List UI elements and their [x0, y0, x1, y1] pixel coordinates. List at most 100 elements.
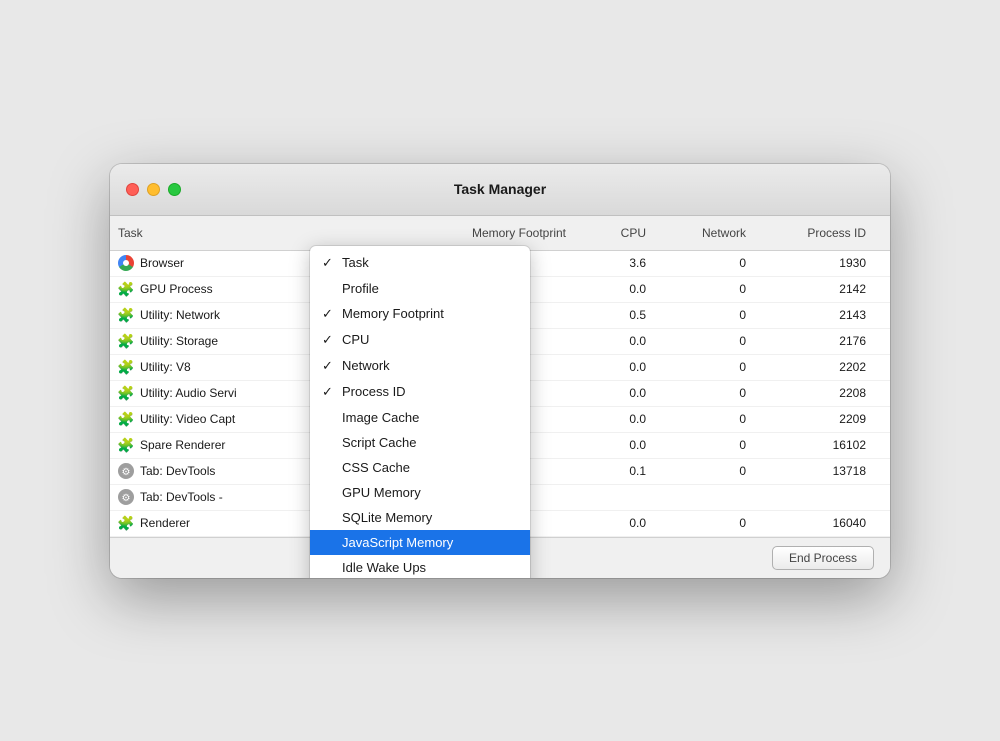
cpu-cell: 0.0	[574, 438, 654, 452]
cpu-cell: 0.5	[574, 308, 654, 322]
menu-item-label: Process ID	[342, 384, 514, 399]
task-name: Utility: Audio Servi	[140, 386, 237, 400]
puzzle-icon: 🧩	[118, 411, 134, 427]
header-memory: Memory Footprint	[414, 222, 574, 244]
check-icon: ✓	[322, 255, 342, 271]
cpu-cell: 0.0	[574, 334, 654, 348]
task-name: Utility: Network	[140, 308, 220, 322]
network-cell: 0	[654, 256, 754, 270]
network-cell: 0	[654, 282, 754, 296]
menu-item-javascript-memory[interactable]: JavaScript Memory	[310, 530, 530, 555]
menu-item-label: JavaScript Memory	[342, 535, 514, 550]
cpu-cell: 0.0	[574, 412, 654, 426]
menu-item-label: CSS Cache	[342, 460, 514, 475]
pid-cell: 2143	[754, 308, 874, 322]
column-dropdown-menu: ✓ Task Profile ✓ Memory Footprint ✓ CPU	[310, 246, 530, 578]
task-manager-window: Task Manager Task Memory Footprint CPU N…	[110, 164, 890, 578]
context-menu-overlay: ✓ Task Profile ✓ Memory Footprint ✓ CPU	[310, 246, 530, 578]
task-name: Tab: DevTools	[140, 464, 215, 478]
task-name: Tab: DevTools -	[140, 490, 223, 504]
menu-item-label: Idle Wake Ups	[342, 560, 514, 575]
header-task: Task	[110, 222, 414, 244]
puzzle-icon: 🧩	[118, 385, 134, 401]
menu-item-memory-footprint[interactable]: ✓ Memory Footprint	[310, 301, 530, 327]
menu-item-label: Network	[342, 358, 514, 373]
maximize-button[interactable]	[168, 183, 181, 196]
task-name: Utility: Storage	[140, 334, 218, 348]
traffic-lights	[126, 183, 181, 196]
svg-text:⚙: ⚙	[122, 493, 131, 504]
menu-item-css-cache[interactable]: CSS Cache	[310, 455, 530, 480]
menu-item-image-cache[interactable]: Image Cache	[310, 405, 530, 430]
network-cell: 0	[654, 386, 754, 400]
check-icon: ✓	[322, 332, 342, 348]
task-name: Spare Renderer	[140, 438, 225, 452]
menu-item-cpu[interactable]: ✓ CPU	[310, 327, 530, 353]
pid-cell: 2176	[754, 334, 874, 348]
end-process-button[interactable]: End Process	[772, 546, 874, 570]
pid-cell: 2202	[754, 360, 874, 374]
svg-text:⚙: ⚙	[122, 467, 131, 478]
menu-item-label: GPU Memory	[342, 485, 514, 500]
close-button[interactable]	[126, 183, 139, 196]
minimize-button[interactable]	[147, 183, 160, 196]
puzzle-icon: 🧩	[118, 333, 134, 349]
pid-cell: 16040	[754, 516, 874, 530]
puzzle-icon: 🧩	[118, 359, 134, 375]
network-cell: 0	[654, 464, 754, 478]
pid-cell: 13718	[754, 464, 874, 478]
task-name: Renderer	[140, 516, 190, 530]
pid-cell: 2208	[754, 386, 874, 400]
task-name: GPU Process	[140, 282, 213, 296]
network-cell: 0	[654, 334, 754, 348]
network-cell: 0	[654, 438, 754, 452]
puzzle-icon: 🧩	[118, 515, 134, 531]
menu-item-label: Task	[342, 255, 514, 270]
menu-item-gpu-memory[interactable]: GPU Memory	[310, 480, 530, 505]
devtools-icon: ⚙	[118, 463, 134, 479]
menu-item-label: Profile	[342, 281, 514, 296]
network-cell: 0	[654, 308, 754, 322]
puzzle-icon: 🧩	[118, 437, 134, 453]
network-cell: 0	[654, 516, 754, 530]
devtools-icon: ⚙	[118, 489, 134, 505]
cpu-cell: 0.0	[574, 360, 654, 374]
menu-item-label: Image Cache	[342, 410, 514, 425]
cpu-cell: 0.1	[574, 464, 654, 478]
menu-item-task[interactable]: ✓ Task	[310, 250, 530, 276]
header-scroll	[874, 222, 890, 244]
menu-item-idle-wake-ups[interactable]: Idle Wake Ups	[310, 555, 530, 578]
network-cell: 0	[654, 360, 754, 374]
cpu-cell: 0.0	[574, 386, 654, 400]
pid-cell: 2209	[754, 412, 874, 426]
pid-cell: 1930	[754, 256, 874, 270]
pid-cell: 2142	[754, 282, 874, 296]
cpu-cell: 0.0	[574, 516, 654, 530]
menu-item-label: SQLite Memory	[342, 510, 514, 525]
cpu-cell: 0.0	[574, 282, 654, 296]
puzzle-icon: 🧩	[118, 281, 134, 297]
window-title: Task Manager	[454, 181, 546, 197]
menu-item-profile[interactable]: Profile	[310, 276, 530, 301]
check-icon: ✓	[322, 358, 342, 374]
puzzle-icon: 🧩	[118, 307, 134, 323]
header-network: Network	[654, 222, 754, 244]
check-icon: ✓	[322, 384, 342, 400]
main-content: Task Memory Footprint CPU Network Proces…	[110, 216, 890, 537]
header-cpu: CPU	[574, 222, 654, 244]
task-name: Browser	[140, 256, 184, 270]
header-pid: Process ID	[754, 222, 874, 244]
pid-cell: 16102	[754, 438, 874, 452]
cpu-cell: 3.6	[574, 256, 654, 270]
menu-item-label: Memory Footprint	[342, 306, 514, 321]
task-name: Utility: Video Capt	[140, 412, 235, 426]
menu-item-process-id[interactable]: ✓ Process ID	[310, 379, 530, 405]
network-cell: 0	[654, 412, 754, 426]
menu-item-label: Script Cache	[342, 435, 514, 450]
chrome-icon	[118, 255, 134, 271]
task-name: Utility: V8	[140, 360, 191, 374]
menu-item-network[interactable]: ✓ Network	[310, 353, 530, 379]
menu-item-script-cache[interactable]: Script Cache	[310, 430, 530, 455]
menu-item-label: CPU	[342, 332, 514, 347]
menu-item-sqlite-memory[interactable]: SQLite Memory	[310, 505, 530, 530]
